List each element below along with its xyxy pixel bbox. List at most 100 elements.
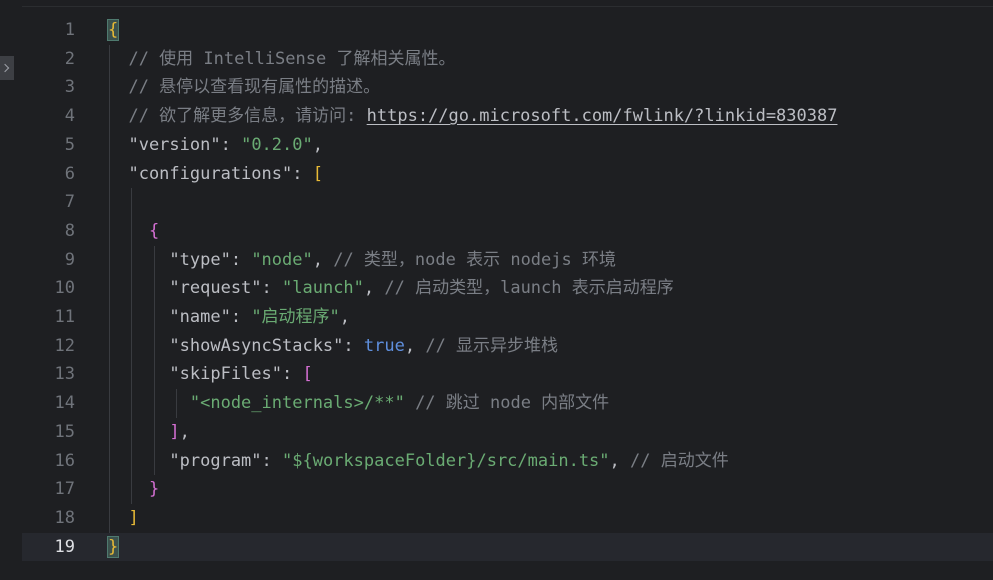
line-number[interactable]: 2: [22, 45, 75, 74]
code-line[interactable]: 1{: [22, 16, 993, 45]
line-number[interactable]: 11: [22, 303, 75, 332]
code-comment: // 启动类型，launch 表示启动程序: [384, 278, 674, 299]
code-string: "node": [251, 249, 313, 270]
code-line[interactable]: 5 "version": "0.2.0",: [22, 131, 993, 160]
line-number[interactable]: 1: [22, 16, 75, 45]
line-number[interactable]: 7: [22, 188, 75, 217]
code-token: {: [106, 19, 120, 41]
code-comment: // 启动文件: [630, 450, 729, 471]
code-string: "launch": [282, 278, 364, 299]
collapse-arrow-icon[interactable]: [0, 56, 14, 80]
code-text[interactable]: "name": "启动程序",: [108, 303, 350, 332]
code-comment: // 类型，node 表示 nodejs 环境: [333, 249, 616, 270]
line-number[interactable]: 6: [22, 160, 75, 189]
indent-guide: [131, 188, 133, 504]
code-line[interactable]: 14 "<node_internals>/**" // 跳过 node 内部文件: [22, 389, 993, 418]
code-line[interactable]: 3 // 悬停以查看现有属性的描述。: [22, 73, 993, 102]
code-token: :: [292, 163, 313, 184]
code-line[interactable]: 7: [22, 188, 993, 217]
side-tool-strip: [0, 0, 22, 580]
line-number[interactable]: 5: [22, 131, 75, 160]
indent-guide: [175, 389, 177, 418]
code-text[interactable]: // 使用 IntelliSense 了解相关属性。: [108, 45, 455, 74]
code-token: "showAsyncStacks": [108, 335, 344, 356]
line-number[interactable]: 10: [22, 274, 75, 303]
code-text[interactable]: // 欲了解更多信息，请访问: https://go.microsoft.com…: [108, 102, 837, 131]
code-text[interactable]: "program": "${workspaceFolder}/src/main.…: [108, 447, 729, 476]
code-token: :: [261, 450, 283, 471]
code-text[interactable]: }: [108, 475, 159, 504]
code-token: {: [108, 220, 160, 241]
comment-link[interactable]: https://go.microsoft.com/fwlink/?linkid=…: [367, 106, 838, 126]
code-comment: // 跳过 node 内部文件: [415, 393, 610, 414]
line-number[interactable]: 9: [22, 246, 75, 275]
code-string: "启动程序": [251, 307, 340, 327]
code-token: }: [106, 535, 120, 558]
code-token: "configurations": [108, 163, 293, 184]
code-token: "skipFiles": [108, 364, 282, 385]
line-number[interactable]: 8: [22, 217, 75, 246]
code-comment: // 欲了解更多信息，请访问:: [108, 106, 367, 127]
code-line[interactable]: 10 "request": "launch", // 启动类型，launch 表…: [22, 274, 993, 303]
line-number[interactable]: 17: [22, 475, 75, 504]
code-token: :: [230, 249, 252, 270]
code-line[interactable]: 12 "showAsyncStacks": true, // 显示异步堆栈: [22, 332, 993, 361]
code-editor[interactable]: 1{2 // 使用 IntelliSense 了解相关属性。 3 // 悬停以查看…: [0, 0, 993, 580]
indent-guide: [153, 245, 155, 476]
code-text[interactable]: "skipFiles": [: [108, 360, 313, 389]
code-token: ,: [404, 335, 426, 356]
line-number[interactable]: 19: [22, 533, 75, 562]
code-line[interactable]: 19}: [22, 532, 993, 562]
code-token: [: [302, 364, 313, 385]
code-token: "version": [108, 134, 221, 155]
code-text[interactable]: "request": "launch", // 启动类型，launch 表示启动…: [108, 274, 674, 303]
code-text[interactable]: ],: [108, 418, 190, 447]
code-string: "0.2.0": [241, 134, 313, 155]
code-comment: // 显示异步堆栈: [425, 335, 559, 356]
code-text[interactable]: // 悬停以查看现有属性的描述。: [108, 73, 380, 102]
code-token: ]: [108, 421, 180, 442]
code-comment: // 悬停以查看现有属性的描述。: [108, 77, 381, 98]
code-line[interactable]: 2 // 使用 IntelliSense 了解相关属性。: [22, 45, 993, 74]
code-text[interactable]: "type": "node", // 类型，node 表示 nodejs 环境: [108, 246, 616, 275]
code-text[interactable]: "configurations": [: [108, 160, 323, 189]
code-text[interactable]: "showAsyncStacks": true, // 显示异步堆栈: [108, 332, 558, 361]
line-number[interactable]: 3: [22, 73, 75, 102]
code-text[interactable]: {: [106, 16, 120, 45]
line-number[interactable]: 15: [22, 418, 75, 447]
code-line[interactable]: 6 "configurations": [: [22, 160, 993, 189]
code-text[interactable]: "<node_internals>/**" // 跳过 node 内部文件: [108, 389, 609, 418]
code-token: :: [343, 335, 364, 356]
code-line[interactable]: 13 "skipFiles": [: [22, 360, 993, 389]
line-number[interactable]: 18: [22, 504, 75, 533]
code-token: ]: [108, 507, 139, 528]
code-text[interactable]: "version": "0.2.0",: [108, 131, 323, 160]
code-string: "<node_internals>/**": [108, 393, 405, 414]
code-line[interactable]: 16 "program": "${workspaceFolder}/src/ma…: [22, 447, 993, 476]
code-line[interactable]: 17 }: [22, 475, 993, 504]
code-line[interactable]: 4 // 欲了解更多信息，请访问: https://go.microsoft.c…: [22, 102, 993, 131]
code-token: :: [230, 307, 252, 327]
indent-guide: [109, 44, 110, 533]
code-token: ,: [179, 421, 190, 442]
code-line[interactable]: 11 "name": "启动程序",: [22, 303, 993, 332]
code-text[interactable]: {: [108, 217, 159, 246]
line-number[interactable]: 14: [22, 389, 75, 418]
code-text[interactable]: }: [106, 533, 120, 562]
code-token: ,: [312, 249, 334, 270]
code-line[interactable]: 9 "type": "node", // 类型，node 表示 nodejs 环…: [22, 246, 993, 275]
code-line[interactable]: 15 ],: [22, 418, 993, 447]
code-token: [: [312, 163, 323, 184]
line-number[interactable]: 13: [22, 360, 75, 389]
editor-top-border: [22, 6, 993, 7]
line-number[interactable]: 4: [22, 102, 75, 131]
line-number[interactable]: 12: [22, 332, 75, 361]
code-text[interactable]: ]: [108, 504, 139, 533]
code-token: }: [108, 479, 160, 500]
code-token: true: [363, 335, 405, 356]
code-token: ,: [312, 134, 323, 155]
line-number[interactable]: 16: [22, 447, 75, 476]
code-line[interactable]: 8 {: [22, 217, 993, 246]
code-line[interactable]: 18 ]: [22, 504, 993, 533]
